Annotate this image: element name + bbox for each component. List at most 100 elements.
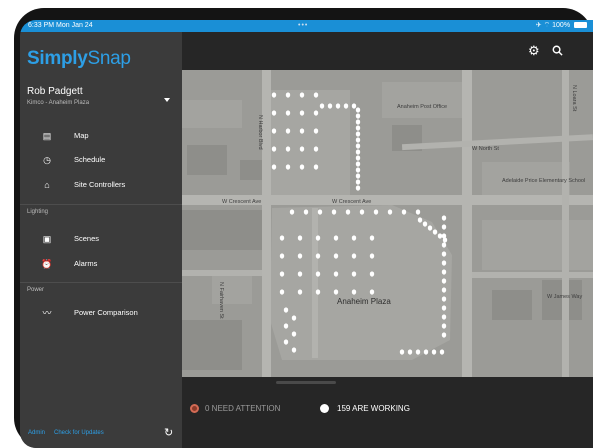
light-fixture-marker[interactable] <box>313 146 319 152</box>
light-fixture-marker[interactable] <box>399 349 405 355</box>
light-fixture-marker[interactable] <box>355 125 361 131</box>
light-fixture-marker[interactable] <box>333 289 339 295</box>
gear-icon[interactable]: ⚙ <box>528 43 540 59</box>
light-fixture-marker[interactable] <box>331 209 337 215</box>
light-fixture-marker[interactable] <box>335 103 341 109</box>
light-fixture-marker[interactable] <box>315 253 321 259</box>
light-fixture-marker[interactable] <box>279 271 285 277</box>
light-fixture-marker[interactable] <box>271 92 277 98</box>
working-status[interactable]: 159 ARE WORKING <box>320 404 410 414</box>
light-fixture-marker[interactable] <box>313 110 319 116</box>
light-fixture-marker[interactable] <box>299 146 305 152</box>
light-fixture-marker[interactable] <box>387 209 393 215</box>
light-fixture-marker[interactable] <box>283 339 289 345</box>
light-fixture-marker[interactable] <box>351 253 357 259</box>
light-fixture-marker[interactable] <box>355 161 361 167</box>
light-fixture-marker[interactable] <box>317 209 323 215</box>
light-fixture-marker[interactable] <box>355 113 361 119</box>
light-fixture-marker[interactable] <box>297 271 303 277</box>
light-fixture-marker[interactable] <box>369 271 375 277</box>
light-fixture-marker[interactable] <box>315 235 321 241</box>
light-fixture-marker[interactable] <box>285 110 291 116</box>
light-fixture-marker[interactable] <box>355 143 361 149</box>
light-fixture-marker[interactable] <box>343 103 349 109</box>
light-fixture-marker[interactable] <box>441 305 447 311</box>
drag-handle[interactable] <box>276 381 336 384</box>
light-fixture-marker[interactable] <box>422 221 428 227</box>
map-canvas[interactable]: W Crescent Ave W Crescent Ave W North St… <box>182 70 593 377</box>
light-fixture-marker[interactable] <box>427 225 433 231</box>
light-fixture-marker[interactable] <box>407 349 413 355</box>
chevron-down-icon[interactable] <box>164 98 170 102</box>
sidebar-item-map[interactable]: ▤ Map <box>20 124 182 148</box>
light-fixture-marker[interactable] <box>441 260 447 266</box>
light-fixture-marker[interactable] <box>333 271 339 277</box>
light-fixture-marker[interactable] <box>303 209 309 215</box>
light-fixture-marker[interactable] <box>355 167 361 173</box>
light-fixture-marker[interactable] <box>441 278 447 284</box>
light-fixture-marker[interactable] <box>369 253 375 259</box>
light-fixture-marker[interactable] <box>351 103 357 109</box>
light-fixture-marker[interactable] <box>355 155 361 161</box>
light-fixture-marker[interactable] <box>351 235 357 241</box>
sidebar-item-schedule[interactable]: ◷ Schedule <box>20 148 182 172</box>
light-fixture-marker[interactable] <box>441 269 447 275</box>
sidebar-item-alarms[interactable]: ⏰ Alarms <box>20 252 182 276</box>
sidebar-item-scenes[interactable]: ▣ Scenes <box>20 227 182 251</box>
light-fixture-marker[interactable] <box>279 289 285 295</box>
light-fixture-marker[interactable] <box>441 287 447 293</box>
light-fixture-marker[interactable] <box>271 110 277 116</box>
light-fixture-marker[interactable] <box>313 128 319 134</box>
light-fixture-marker[interactable] <box>299 92 305 98</box>
admin-link[interactable]: Admin <box>28 430 45 436</box>
light-fixture-marker[interactable] <box>285 164 291 170</box>
light-fixture-marker[interactable] <box>442 237 448 243</box>
light-fixture-marker[interactable] <box>355 119 361 125</box>
light-fixture-marker[interactable] <box>283 307 289 313</box>
light-fixture-marker[interactable] <box>297 235 303 241</box>
light-fixture-marker[interactable] <box>355 179 361 185</box>
light-fixture-marker[interactable] <box>355 137 361 143</box>
light-fixture-marker[interactable] <box>297 289 303 295</box>
light-fixture-marker[interactable] <box>441 224 447 230</box>
light-fixture-marker[interactable] <box>299 164 305 170</box>
light-fixture-marker[interactable] <box>283 323 289 329</box>
light-fixture-marker[interactable] <box>285 92 291 98</box>
light-fixture-marker[interactable] <box>285 128 291 134</box>
light-fixture-marker[interactable] <box>333 235 339 241</box>
light-fixture-marker[interactable] <box>291 315 297 321</box>
light-fixture-marker[interactable] <box>423 349 429 355</box>
light-fixture-marker[interactable] <box>345 209 351 215</box>
refresh-icon[interactable]: ↻ <box>164 426 173 439</box>
attention-status[interactable]: 0 NEED ATTENTION <box>190 404 280 414</box>
sidebar-item-power-comparison[interactable]: 〰 Power Comparison <box>20 301 182 325</box>
map-view[interactable]: W Crescent Ave W Crescent Ave W North St… <box>182 70 593 377</box>
light-fixture-marker[interactable] <box>315 289 321 295</box>
check-updates-link[interactable]: Check for Updates <box>54 430 104 436</box>
light-fixture-marker[interactable] <box>271 146 277 152</box>
light-fixture-marker[interactable] <box>271 164 277 170</box>
light-fixture-marker[interactable] <box>441 323 447 329</box>
light-fixture-marker[interactable] <box>333 253 339 259</box>
light-fixture-marker[interactable] <box>355 149 361 155</box>
light-fixture-marker[interactable] <box>351 271 357 277</box>
light-fixture-marker[interactable] <box>441 242 447 248</box>
light-fixture-marker[interactable] <box>369 289 375 295</box>
light-fixture-marker[interactable] <box>431 349 437 355</box>
user-name[interactable]: Rob Padgett <box>27 86 83 97</box>
light-fixture-marker[interactable] <box>439 349 445 355</box>
light-fixture-marker[interactable] <box>291 331 297 337</box>
light-fixture-marker[interactable] <box>299 110 305 116</box>
light-fixture-marker[interactable] <box>285 146 291 152</box>
light-fixture-marker[interactable] <box>441 251 447 257</box>
light-fixture-marker[interactable] <box>327 103 333 109</box>
light-fixture-marker[interactable] <box>297 253 303 259</box>
light-fixture-marker[interactable] <box>355 107 361 113</box>
light-fixture-marker[interactable] <box>441 296 447 302</box>
light-fixture-marker[interactable] <box>355 131 361 137</box>
light-fixture-marker[interactable] <box>289 209 295 215</box>
light-fixture-marker[interactable] <box>315 271 321 277</box>
light-fixture-marker[interactable] <box>417 217 423 223</box>
light-fixture-marker[interactable] <box>369 235 375 241</box>
light-fixture-marker[interactable] <box>441 332 447 338</box>
